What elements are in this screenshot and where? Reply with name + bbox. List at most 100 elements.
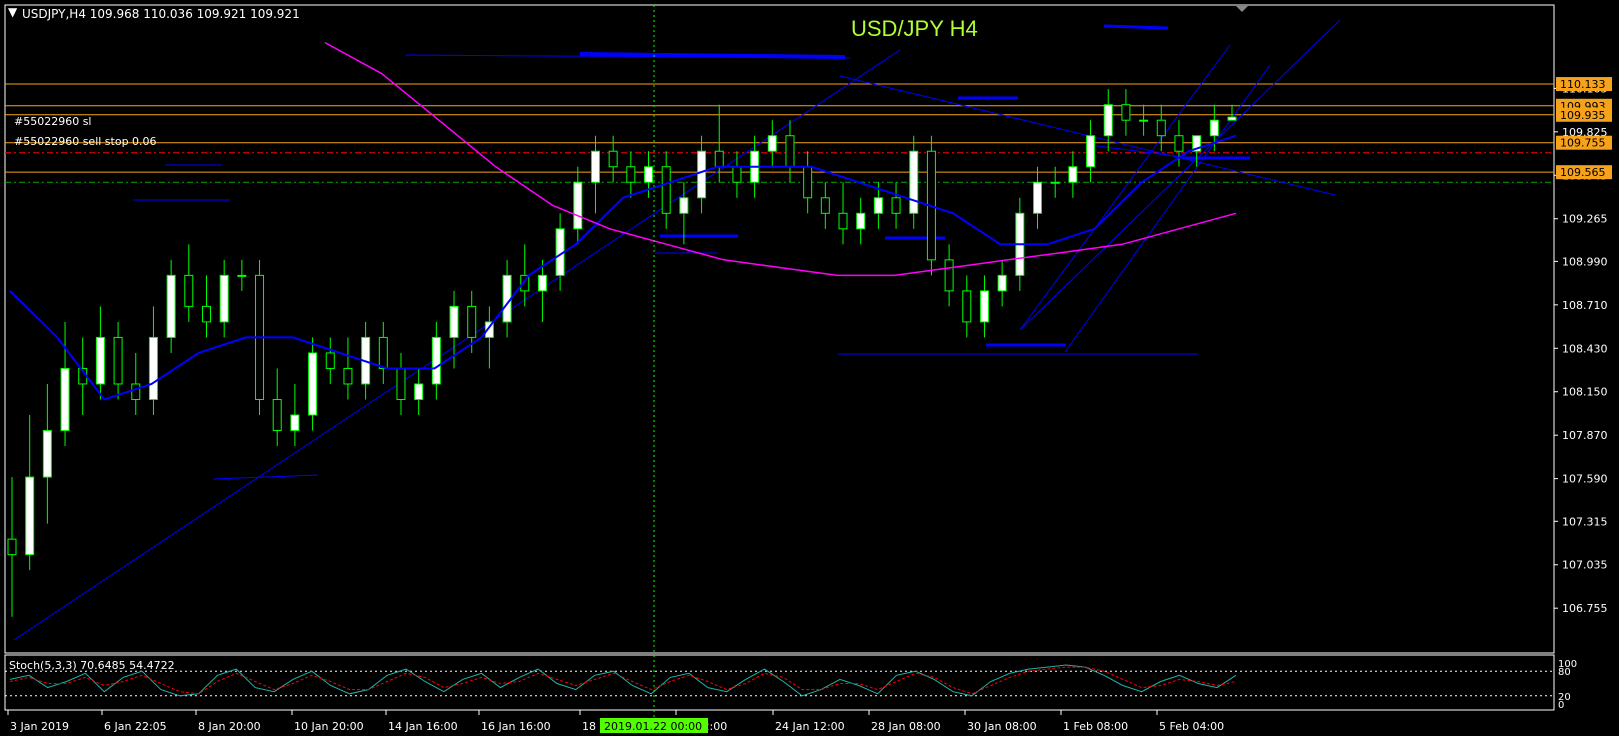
time-tick-label: 14 Jan 16:00 xyxy=(388,720,458,733)
cursor-time-label: 2019.01.22 00:00 xyxy=(604,720,702,733)
candle-body xyxy=(131,383,141,400)
candle-body xyxy=(378,336,388,369)
candle-body xyxy=(25,476,35,556)
candle-body xyxy=(820,197,830,214)
candle-body xyxy=(1227,116,1237,121)
time-tick-label: 1 Feb 08:00 xyxy=(1063,720,1128,733)
candle-body xyxy=(343,367,353,385)
candle-body xyxy=(60,367,70,432)
candle-body xyxy=(838,212,848,230)
stoch-level-label: 80 xyxy=(1558,667,1571,678)
candle-body xyxy=(184,274,194,307)
candle-body xyxy=(148,336,158,400)
chart-title: USD/JPY H4 xyxy=(851,16,978,41)
price-level-label: 109.755 xyxy=(1560,137,1606,150)
candle-body xyxy=(201,305,211,323)
candle-body xyxy=(42,430,52,478)
candle-body xyxy=(909,150,919,214)
candle-body xyxy=(856,212,866,230)
time-tick-label: 24 Jan 12:00 xyxy=(775,720,845,733)
candle-body xyxy=(431,336,441,385)
candle-body xyxy=(272,398,282,432)
candle-body xyxy=(644,166,654,183)
price-tick-label: 108.430 xyxy=(1562,342,1608,355)
candle-body xyxy=(166,274,176,338)
order-sl-label[interactable]: #55022960 sl xyxy=(14,115,92,128)
indicator-frame xyxy=(4,654,1555,711)
time-tick-label: 5 Feb 04:00 xyxy=(1159,720,1224,733)
price-tick-label: 107.035 xyxy=(1562,559,1608,572)
candle-body xyxy=(944,259,954,292)
candle-body xyxy=(767,135,777,152)
candle-body xyxy=(608,150,618,168)
price-tick-label: 108.150 xyxy=(1562,386,1608,399)
candle-body xyxy=(873,197,883,214)
price-level-label: 109.935 xyxy=(1560,109,1606,122)
candle-body xyxy=(308,352,318,416)
time-tick-label: 30 Jan 08:00 xyxy=(967,720,1037,733)
candle-body xyxy=(697,150,707,199)
candle-body xyxy=(1086,135,1096,168)
time-tick-label: 3 Jan 2019 xyxy=(10,720,69,733)
candle-body xyxy=(1103,104,1113,137)
candle-body xyxy=(979,290,989,323)
mt4-chart-window[interactable]: 110.105109.825109.545109.265108.990108.7… xyxy=(0,0,1619,736)
candle-body xyxy=(1156,119,1166,137)
time-tick-label: 18 xyxy=(582,720,596,733)
candle-body xyxy=(626,166,636,183)
candle-body xyxy=(590,150,600,183)
price-chart[interactable]: 110.105109.825109.545109.265108.990108.7… xyxy=(0,0,1619,736)
price-level-label: 110.133 xyxy=(1560,78,1606,91)
price-tick-label: 109.265 xyxy=(1562,213,1608,226)
candle-body xyxy=(537,274,547,292)
candle-body xyxy=(219,274,229,323)
candle-body xyxy=(7,538,17,556)
candle-body xyxy=(396,367,406,400)
candle-body xyxy=(1174,135,1184,152)
stochastic-label: Stoch(5,3,3) 70.6485 54.4722 xyxy=(9,659,175,672)
time-tick-label: 16 Jan 16:00 xyxy=(481,720,551,733)
candle-body xyxy=(803,166,813,199)
candle-body xyxy=(573,181,583,230)
candle-body xyxy=(414,383,424,400)
candle-body xyxy=(113,336,123,385)
candle-body xyxy=(1139,119,1149,122)
candle-body xyxy=(1068,166,1078,183)
candle-body xyxy=(891,197,901,214)
time-tick-label: 6 Jan 22:05 xyxy=(104,720,167,733)
candle-body xyxy=(785,135,795,168)
candle-body xyxy=(1121,104,1131,121)
candle-body xyxy=(1050,181,1060,184)
candle-body xyxy=(95,336,105,385)
candle-body xyxy=(1033,181,1043,214)
candle-body xyxy=(679,197,689,214)
price-tick-label: 108.990 xyxy=(1562,255,1608,268)
symbol-menu-icon[interactable]: ▼ xyxy=(8,5,18,19)
symbol-header: USDJPY,H4 109.968 110.036 109.921 109.92… xyxy=(22,7,300,21)
price-level-label: 109.565 xyxy=(1560,166,1606,179)
time-tick-label: 28 Jan 08:00 xyxy=(871,720,941,733)
candle-body xyxy=(661,166,671,214)
trend-line xyxy=(1103,24,1169,30)
candle-body xyxy=(962,290,972,323)
price-tick-label: 107.870 xyxy=(1562,429,1608,442)
candle-body xyxy=(325,352,335,369)
candle-body xyxy=(467,305,477,338)
candle-body xyxy=(714,150,724,168)
stoch-level-label: 0 xyxy=(1558,700,1564,711)
main-chart-frame xyxy=(4,4,1555,654)
price-tick-label: 107.590 xyxy=(1562,473,1608,486)
candle-body xyxy=(732,166,742,183)
time-tick-label: 8 Jan 20:00 xyxy=(198,720,261,733)
price-axis: 110.105109.825109.545109.265108.990108.7… xyxy=(1554,82,1608,615)
price-tick-label: 106.755 xyxy=(1562,602,1608,615)
time-tick-label: 10 Jan 20:00 xyxy=(294,720,364,733)
candle-body xyxy=(997,274,1007,292)
candle-body xyxy=(449,305,459,338)
candle-body xyxy=(237,274,247,277)
order-sellstop-label[interactable]: #55022960 sell stop 0.06 xyxy=(14,135,157,148)
price-tick-label: 108.710 xyxy=(1562,299,1608,312)
candle-body xyxy=(290,414,300,432)
candle-body xyxy=(1209,119,1219,137)
price-tick-label: 107.315 xyxy=(1562,515,1608,528)
